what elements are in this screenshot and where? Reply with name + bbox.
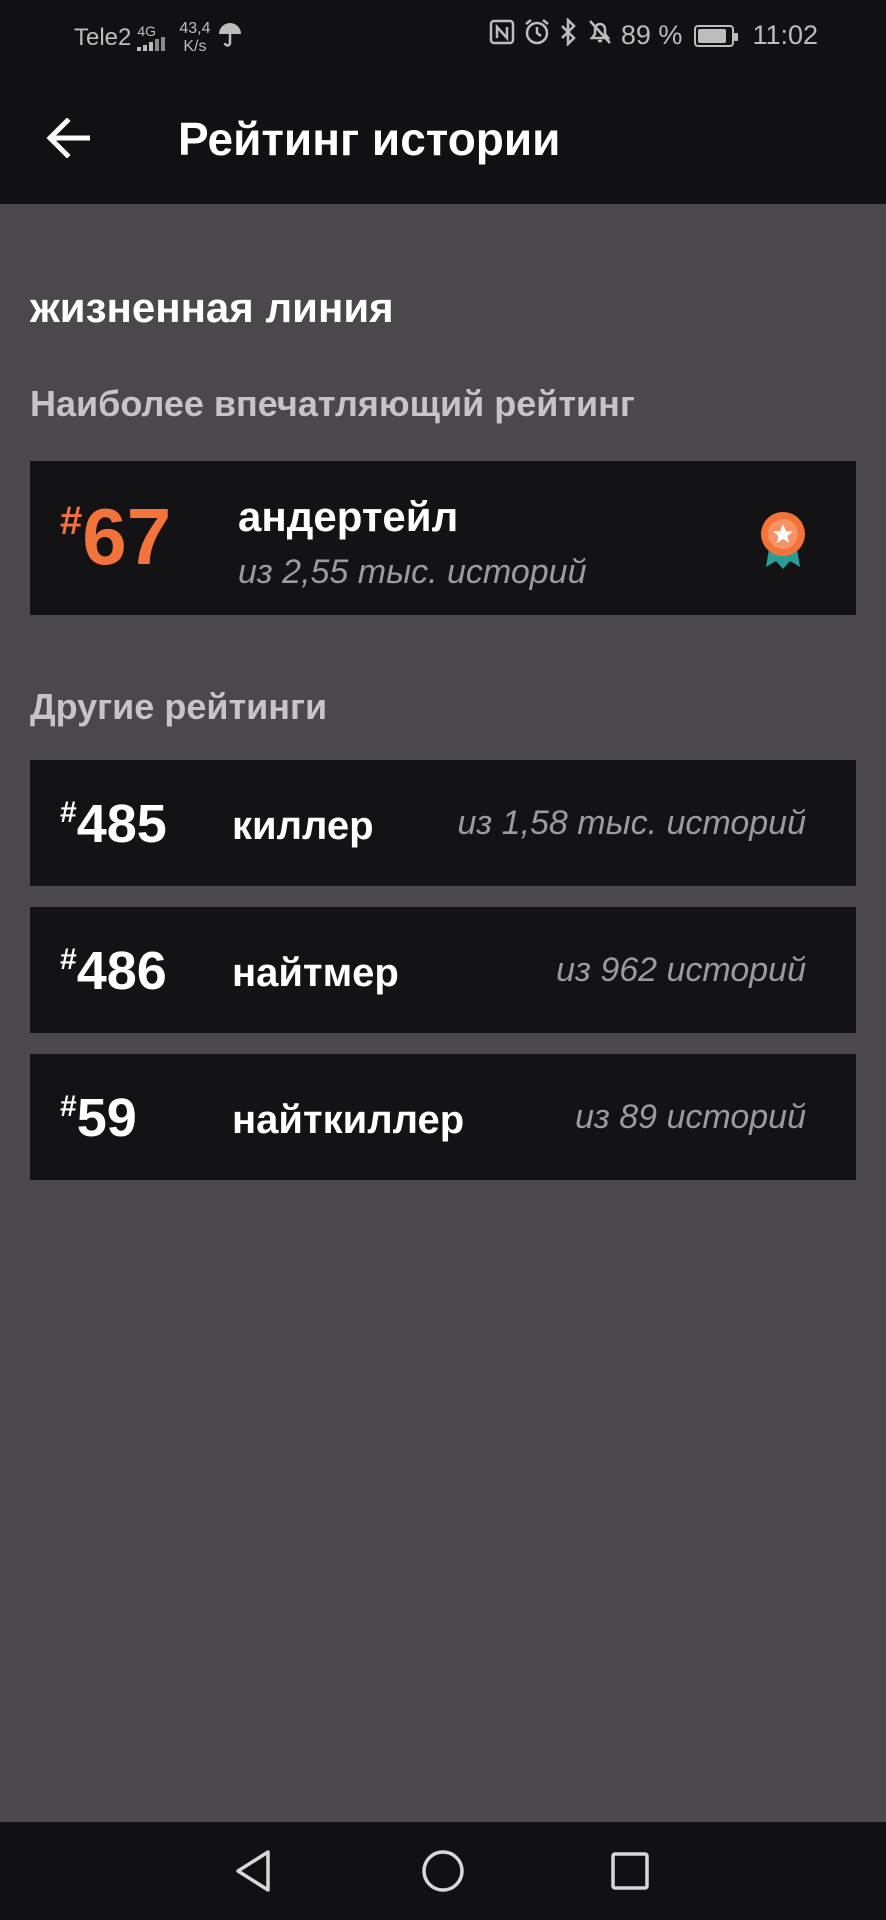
stories-count: из 89 историй — [575, 1098, 806, 1136]
tag-name: найткиллер — [232, 1098, 465, 1142]
rank-number: 485 — [76, 794, 167, 854]
medal-icon — [761, 512, 805, 569]
stories-count: из 1,58 тыс. историй — [457, 804, 807, 842]
umbrella-icon — [217, 22, 243, 55]
circle-home-icon — [422, 1850, 464, 1892]
muted-bell-icon — [587, 18, 613, 53]
status-left: Tele2 4G 43,4 K/s — [74, 20, 243, 56]
system-nav-bar — [0, 1822, 886, 1920]
rank-number: 59 — [76, 1088, 137, 1148]
rank-hash: # — [60, 943, 77, 976]
battery-fill — [698, 28, 727, 43]
story-name: жизненная линия — [30, 284, 394, 331]
nav-back-button[interactable] — [230, 1846, 280, 1896]
speed-unit: K/s — [183, 38, 207, 55]
battery-icon — [694, 24, 739, 47]
page-title: Рейтинг истории — [178, 113, 561, 165]
network-speed: 43,4 K/s — [179, 20, 210, 56]
rank-hash: # — [60, 796, 77, 829]
speed-value: 43,4 — [179, 20, 211, 37]
rating-card[interactable]: # 59 найткиллер из 89 историй — [30, 1054, 856, 1180]
status-right: 89 % 11:02 — [489, 16, 818, 53]
best-rating-card[interactable]: # 67 андертейл из 2,55 тыс. историй — [30, 461, 856, 615]
best-rank: # 67 — [60, 497, 171, 577]
best-rating-heading: Наиболее впечатляющий рейтинг — [30, 383, 635, 424]
alarm-icon — [523, 18, 551, 53]
rank: # 486 — [60, 943, 167, 999]
stories-count: из 962 историй — [556, 951, 806, 989]
rank-hash: # — [60, 1090, 77, 1123]
tag-name: киллер — [232, 804, 374, 848]
rank-number: 67 — [82, 492, 172, 581]
carrier-label: Tele2 — [74, 24, 132, 51]
rating-card[interactable]: # 485 киллер из 1,58 тыс. историй — [30, 760, 856, 886]
tag-name: андертейл — [238, 493, 459, 540]
nav-home-button[interactable] — [418, 1846, 468, 1896]
nav-recents-button[interactable] — [605, 1846, 655, 1896]
network-label: 4G — [137, 23, 157, 39]
tag-name: найтмер — [232, 951, 399, 995]
rank: # 59 — [60, 1090, 137, 1146]
signal-icon: 4G — [137, 23, 167, 51]
app-bar: Рейтинг истории — [0, 68, 886, 204]
status-bar: Tele2 4G 43,4 K/s 89 % 11:02 — [0, 0, 886, 68]
triangle-back-icon — [236, 1850, 270, 1892]
rating-card[interactable]: # 486 найтмер из 962 историй — [30, 907, 856, 1033]
square-recents-icon — [611, 1852, 649, 1890]
arrow-left-icon — [46, 118, 90, 158]
back-button[interactable] — [36, 106, 100, 170]
rank: # 485 — [60, 796, 167, 852]
bluetooth-icon — [559, 16, 579, 53]
rank-number: 486 — [76, 941, 167, 1001]
battery-percent: 89 % — [620, 20, 683, 50]
rank-hash: # — [60, 499, 83, 543]
nfc-icon — [489, 19, 515, 52]
stories-count: из 2,55 тыс. историй — [238, 553, 587, 591]
other-ratings-heading: Другие рейтинги — [30, 686, 328, 727]
clock: 11:02 — [752, 20, 818, 50]
